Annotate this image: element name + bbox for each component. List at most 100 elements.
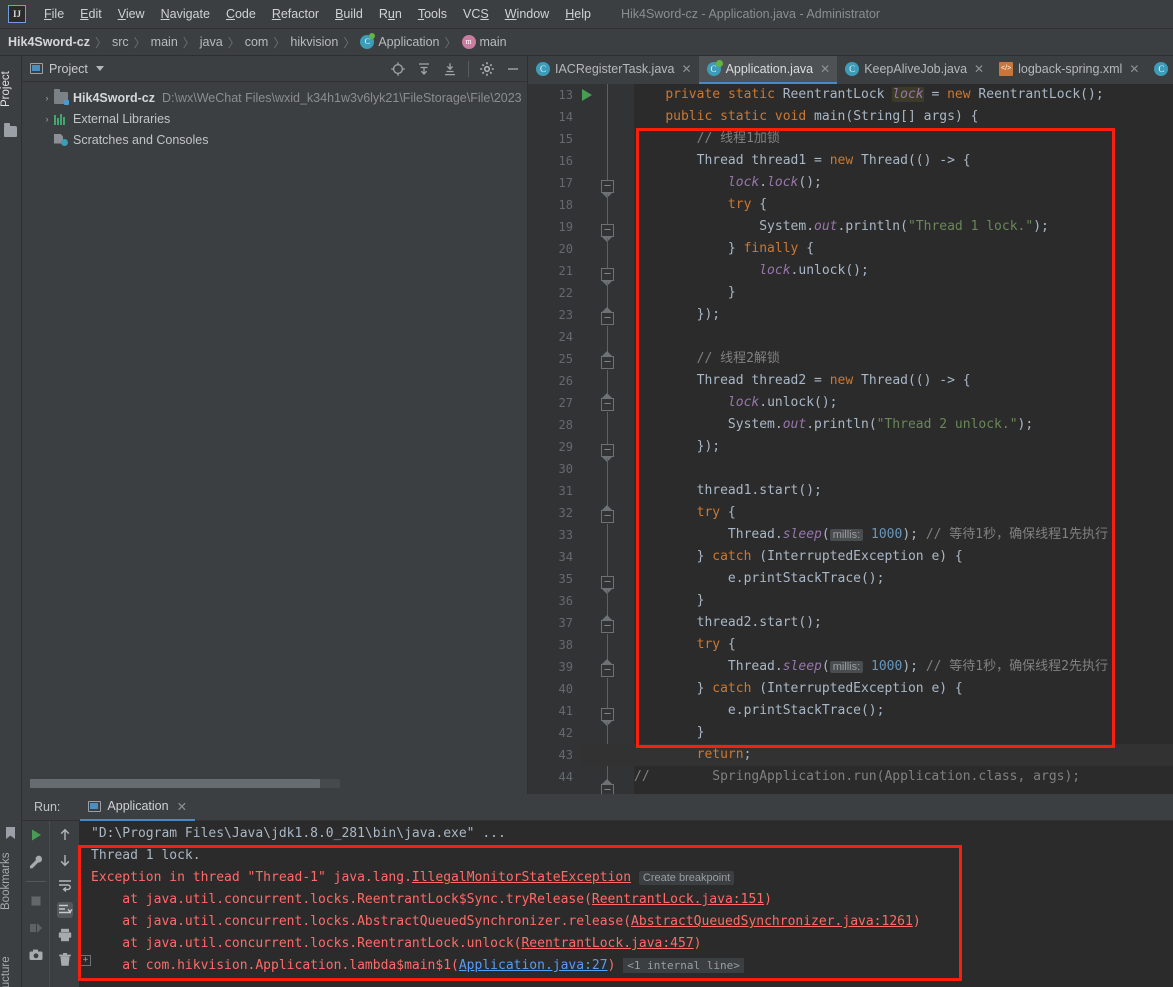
menu-code[interactable]: Code xyxy=(218,4,264,24)
breadcrumb-item-main[interactable]: m main xyxy=(461,35,507,49)
editor-tab-logback-spring-xml[interactable]: </> logback-spring.xml ✕ xyxy=(991,56,1146,84)
print-icon[interactable] xyxy=(57,927,73,943)
code-line[interactable]: 27 lock.unlock(); xyxy=(528,392,1173,414)
code-line[interactable]: 37 thread2.start(); xyxy=(528,612,1173,634)
code-line[interactable]: 32 try { xyxy=(528,502,1173,524)
chevron-down-icon[interactable] xyxy=(95,66,104,71)
code-line[interactable]: 19 System.out.println("Thread 1 lock."); xyxy=(528,216,1173,238)
code-line[interactable]: 39 Thread.sleep(millis: 1000); // 等待1秒，确… xyxy=(528,656,1173,678)
code-line[interactable]: 25 // 线程2解锁 xyxy=(528,348,1173,370)
editor-tab-overflow[interactable]: C xyxy=(1146,56,1173,84)
menu-window[interactable]: Window xyxy=(497,4,557,24)
code-line[interactable]: 29 }); xyxy=(528,436,1173,458)
hide-panel-icon[interactable] xyxy=(505,61,521,77)
code-line[interactable]: 35 e.printStackTrace(); xyxy=(528,568,1173,590)
code-line[interactable]: 16 Thread thread1 = new Thread(() -> { xyxy=(528,150,1173,172)
tree-node-label: External Libraries xyxy=(73,111,171,126)
breadcrumb-item-com[interactable]: com xyxy=(245,35,269,49)
menu-edit[interactable]: Edit xyxy=(72,4,110,24)
tree-node[interactable]: › Hik4Sword-cz D:\wx\WeChat Files\wxid_k34… xyxy=(22,87,527,108)
close-icon[interactable]: ✕ xyxy=(820,62,830,76)
scrollbar-thumb[interactable] xyxy=(30,779,320,788)
menu-help[interactable]: Help xyxy=(557,4,599,24)
code-line[interactable]: 36 } xyxy=(528,590,1173,612)
code-line[interactable]: 31 thread1.start(); xyxy=(528,480,1173,502)
sidebar-item-bookmarks[interactable]: Bookmarks xyxy=(0,842,22,920)
code-line[interactable]: 18 try { xyxy=(528,194,1173,216)
code-line[interactable]: 33 Thread.sleep(millis: 1000); // 等待1秒，确… xyxy=(528,524,1173,546)
code-line[interactable]: 41 e.printStackTrace(); xyxy=(528,700,1173,722)
console-fold-marker[interactable]: + xyxy=(80,955,91,966)
gear-icon[interactable] xyxy=(479,61,495,77)
code-line[interactable]: 30 xyxy=(528,458,1173,480)
menu-run[interactable]: Run xyxy=(371,4,410,24)
create-breakpoint-chip[interactable]: Create breakpoint xyxy=(638,871,735,885)
tree-node[interactable]: Scratches and Consoles xyxy=(22,129,527,150)
menu-view[interactable]: View xyxy=(110,4,153,24)
editor-tab-iacregistertask-java[interactable]: C IACRegisterTask.java ✕ xyxy=(528,56,699,84)
breadcrumb-item-application[interactable]: C Application xyxy=(360,33,439,49)
code-line[interactable]: 23 }); xyxy=(528,304,1173,326)
editor-tab-bar: C IACRegisterTask.java ✕ C Application.java ✕… xyxy=(528,56,1173,84)
code-line[interactable]: 15 // 线程1加锁 xyxy=(528,128,1173,150)
code-line[interactable]: 40 } catch (InterruptedException e) { xyxy=(528,678,1173,700)
code-line[interactable]: 38 try { xyxy=(528,634,1173,656)
exception-class-link[interactable]: IllegalMonitorStateException xyxy=(412,870,631,885)
scroll-to-end-icon[interactable] xyxy=(56,902,73,918)
soft-wrap-icon[interactable] xyxy=(57,877,73,893)
breadcrumb-item-hik4sword-cz[interactable]: Hik4Sword-cz xyxy=(8,35,90,49)
code-line[interactable]: 21 lock.unlock(); xyxy=(528,260,1173,282)
rerun-wrench-icon[interactable] xyxy=(28,854,44,870)
menu-build[interactable]: Build xyxy=(327,4,371,24)
menu-file[interactable]: File xyxy=(36,4,72,24)
breadcrumb-item-hikvision[interactable]: hikvision xyxy=(290,35,338,49)
code-line[interactable]: 42 } xyxy=(528,722,1173,744)
locate-icon[interactable] xyxy=(390,61,406,77)
breadcrumb-item-java[interactable]: java xyxy=(200,35,223,49)
editor-tab-application-java[interactable]: C Application.java ✕ xyxy=(698,56,838,84)
code-line[interactable]: 22 } xyxy=(528,282,1173,304)
editor-tab-keepalivejob-java[interactable]: C KeepAliveJob.java ✕ xyxy=(837,56,991,84)
stack-frame-link[interactable]: ReentrantLock.java:457 xyxy=(521,936,693,951)
sidebar-item-structure[interactable]: Structure xyxy=(0,944,22,987)
down-arrow-icon[interactable] xyxy=(57,852,73,868)
collapse-all-icon[interactable] xyxy=(442,61,458,77)
code-line[interactable]: 26 Thread thread2 = new Thread(() -> { xyxy=(528,370,1173,392)
console-output[interactable]: "D:\Program Files\Java\jdk1.8.0_281\bin\… xyxy=(79,821,1173,987)
tree-expand-arrow[interactable]: › xyxy=(40,114,54,124)
code-line[interactable]: 24 xyxy=(528,326,1173,348)
trash-icon[interactable] xyxy=(57,952,73,968)
code-line[interactable]: 28 System.out.println("Thread 2 unlock."… xyxy=(528,414,1173,436)
sidebar-item-project[interactable]: Project xyxy=(0,60,22,118)
close-icon[interactable]: ✕ xyxy=(177,799,187,814)
menu-navigate[interactable]: Navigate xyxy=(153,4,218,24)
close-icon[interactable]: ✕ xyxy=(974,62,984,76)
tree-node[interactable]: › External Libraries xyxy=(22,108,527,129)
close-icon[interactable]: ✕ xyxy=(1129,62,1139,76)
run-tab-application[interactable]: Application ✕ xyxy=(80,794,196,821)
camera-icon[interactable] xyxy=(28,947,44,963)
breadcrumb-item-main[interactable]: main xyxy=(151,35,178,49)
code-line[interactable]: 14 public static void main(String[] args… xyxy=(528,106,1173,128)
breadcrumb-item-src[interactable]: src xyxy=(112,35,129,49)
code-editor[interactable]: ─ ─ ─ ─ ─ ─ ─ ─ ─ ─ ─ ─ ─ ─ 13 private s… xyxy=(528,84,1173,794)
close-icon[interactable]: ✕ xyxy=(682,62,692,76)
code-line[interactable]: 17 lock.lock(); xyxy=(528,172,1173,194)
tree-expand-arrow[interactable]: › xyxy=(40,93,54,103)
stack-frame-link[interactable]: AbstractQueuedSynchronizer.java:1261 xyxy=(631,914,913,929)
code-line[interactable]: 13 private static ReentrantLock lock = n… xyxy=(528,84,1173,106)
code-line[interactable]: 34 } catch (InterruptedException e) { xyxy=(528,546,1173,568)
menu-tools[interactable]: Tools xyxy=(410,4,455,24)
up-arrow-icon[interactable] xyxy=(57,827,73,843)
menu-vcs[interactable]: VCS xyxy=(455,4,497,24)
code-line[interactable]: 20 } finally { xyxy=(528,238,1173,260)
internal-lines-chip[interactable]: <1 internal line> xyxy=(623,958,744,973)
source-link[interactable]: Application.java:27 xyxy=(459,958,608,973)
menu-refactor[interactable]: Refactor xyxy=(264,4,327,24)
expand-all-icon[interactable] xyxy=(416,61,432,77)
code-line[interactable]: 44 // SpringApplication.run(Application.c… xyxy=(528,766,1173,788)
code-line[interactable]: 43 return; xyxy=(528,744,1173,766)
run-icon[interactable] xyxy=(28,827,44,843)
stack-frame-link[interactable]: ReentrantLock.java:151 xyxy=(592,892,764,907)
project-horizontal-scrollbar[interactable] xyxy=(30,779,340,788)
